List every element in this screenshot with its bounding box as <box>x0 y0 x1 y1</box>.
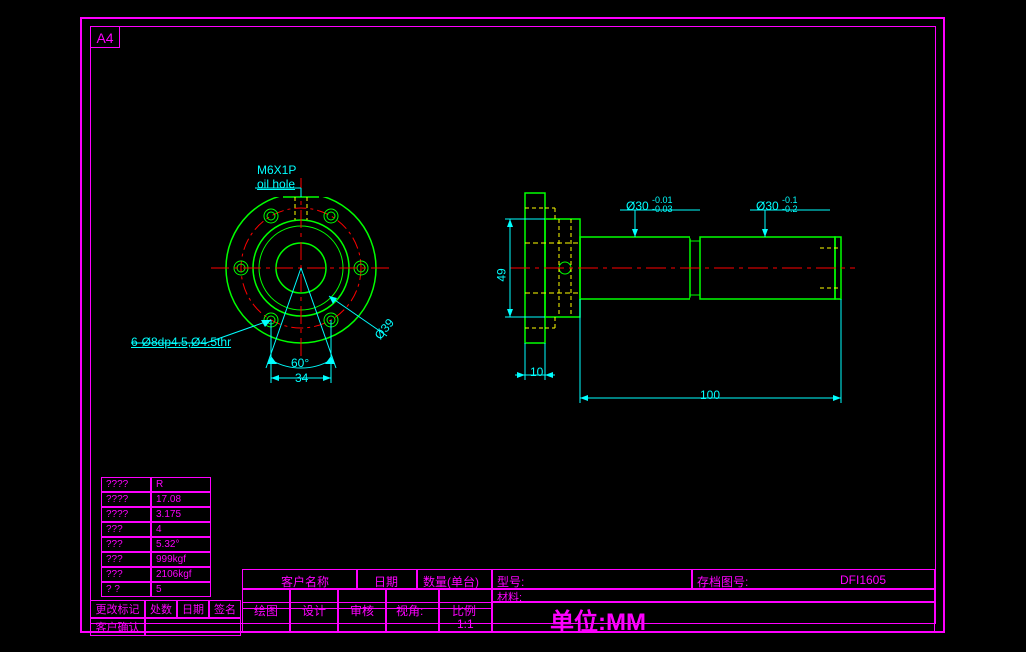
front-view <box>131 178 391 383</box>
thread-label: M6X1P <box>257 163 296 177</box>
dim10-label: 10 <box>530 365 543 379</box>
dim34-label: 34 <box>295 371 308 385</box>
tol1-label: Ø30 <box>626 199 649 213</box>
tol2-label: Ø30 <box>756 199 779 213</box>
tol1-lower: -0.03 <box>652 204 673 214</box>
dim100-label: 100 <box>700 388 720 402</box>
angle60-label: 60° <box>291 356 309 370</box>
dim49-label: 49 <box>495 268 509 281</box>
oil-hole-label: oil hole <box>257 177 295 191</box>
spec-table: ????R ????17.08 ????3.175 ???4 ???5.32° … <box>101 477 211 597</box>
holes-label: 6-Ø8dp4.5,Ø4.5thr <box>131 335 231 349</box>
change-table: 更改标记 处数 日期 签名 客户确认 <box>90 600 241 636</box>
tol2-lower: -0.2 <box>782 204 798 214</box>
unit-label: 单位:MM <box>550 602 646 637</box>
side-view <box>505 193 855 403</box>
